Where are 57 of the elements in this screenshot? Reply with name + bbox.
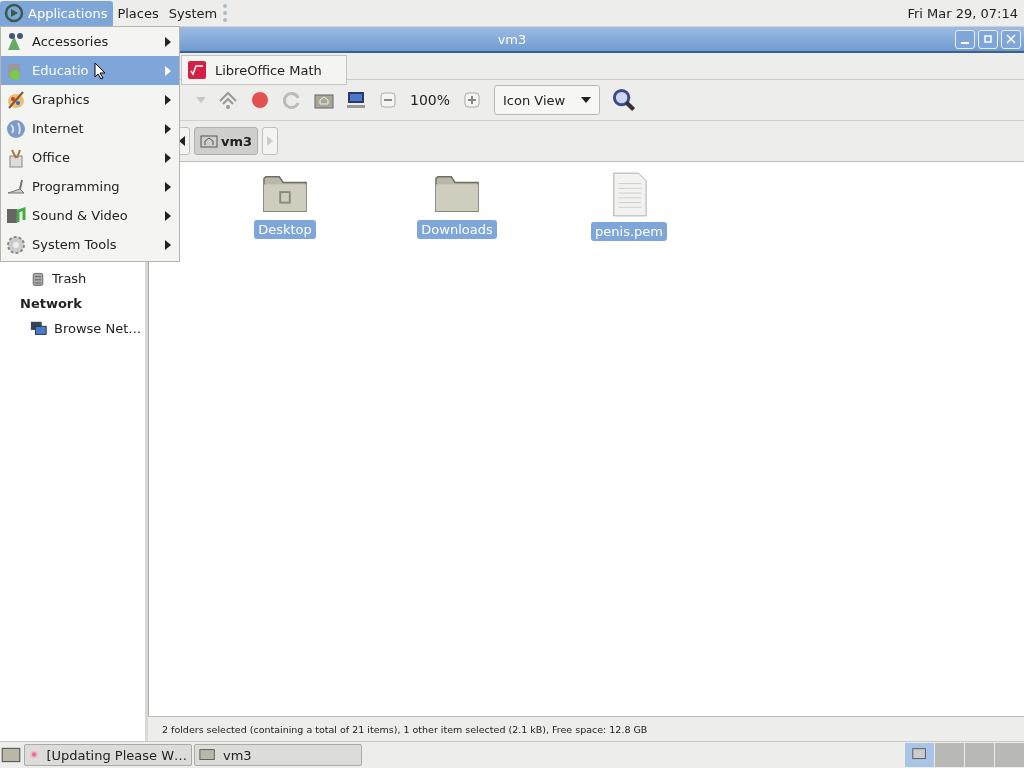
search-icon (612, 88, 637, 112)
math-app-icon (187, 60, 207, 80)
panel-menu[interactable]: System (164, 0, 224, 26)
minimize-button[interactable] (955, 29, 975, 49)
submenu-arrow-icon (165, 152, 171, 163)
distro-logo-icon (4, 3, 24, 23)
menu-item[interactable]: System Tools (1, 230, 179, 259)
globe-icon (6, 118, 26, 139)
menu-item[interactable]: Programming (1, 172, 179, 201)
zoom-in-icon (462, 90, 483, 110)
maximize-icon (983, 34, 993, 44)
submenu-arrow-icon (165, 94, 171, 105)
clock[interactable]: Fri Mar 29, 07:14 (907, 5, 1024, 21)
taskbar-button[interactable]: [Updating Please W… (24, 744, 192, 766)
right-arrow-icon (267, 136, 274, 146)
sidebar-heading: Network (19, 295, 83, 313)
palette-icon (6, 89, 26, 110)
submenu-arrow-icon (165, 65, 171, 76)
submenu-arrow-icon (165, 210, 171, 221)
caret-icon (196, 97, 206, 103)
path-forward-button[interactable] (262, 127, 279, 155)
zoom-out-icon (378, 90, 398, 110)
mouse-pointer-icon (94, 61, 107, 80)
computer-icon (346, 90, 366, 110)
accessories-icon (6, 31, 26, 52)
home-folder-icon (200, 132, 218, 150)
close-icon (1006, 34, 1016, 44)
gear-icon (6, 234, 26, 255)
reload-icon (282, 90, 302, 110)
menu-item[interactable]: Accessories (1, 27, 179, 56)
left-arrow-icon (179, 136, 185, 146)
view-dropdown[interactable]: Icon View (494, 85, 601, 115)
document-icon (610, 172, 648, 218)
path-button[interactable]: vm3 (194, 127, 259, 155)
stop-icon (250, 90, 270, 110)
menu-item[interactable]: Graphics (1, 85, 179, 114)
zoom-level: 100% (410, 92, 451, 108)
taskbar-button[interactable]: vm3 (194, 744, 362, 766)
network-icon (30, 319, 48, 338)
submenu-arrow-icon (165, 123, 171, 134)
panel-menu[interactable]: Places (113, 0, 165, 26)
menu-item[interactable]: Internet (1, 114, 179, 143)
maximize-button[interactable] (978, 29, 998, 49)
menu-item[interactable]: Office (1, 143, 179, 172)
caret-icon (581, 97, 592, 103)
workspace-button[interactable] (905, 743, 934, 767)
submenu-arrow-icon (165, 239, 171, 250)
menu-item[interactable]: LibreOffice Math (215, 62, 322, 78)
sidebar-item[interactable]: Trash (0, 266, 145, 291)
sidebar-item[interactable]: Browse Net… (0, 316, 145, 341)
minimize-icon (961, 42, 969, 44)
up-icon (218, 90, 238, 110)
menu-item[interactable]: Sound & Video (1, 201, 179, 230)
submenu-arrow-icon (165, 36, 171, 47)
window-title: vm3 (497, 31, 527, 47)
submenu-arrow-icon (165, 181, 171, 192)
close-button[interactable] (1001, 29, 1021, 49)
